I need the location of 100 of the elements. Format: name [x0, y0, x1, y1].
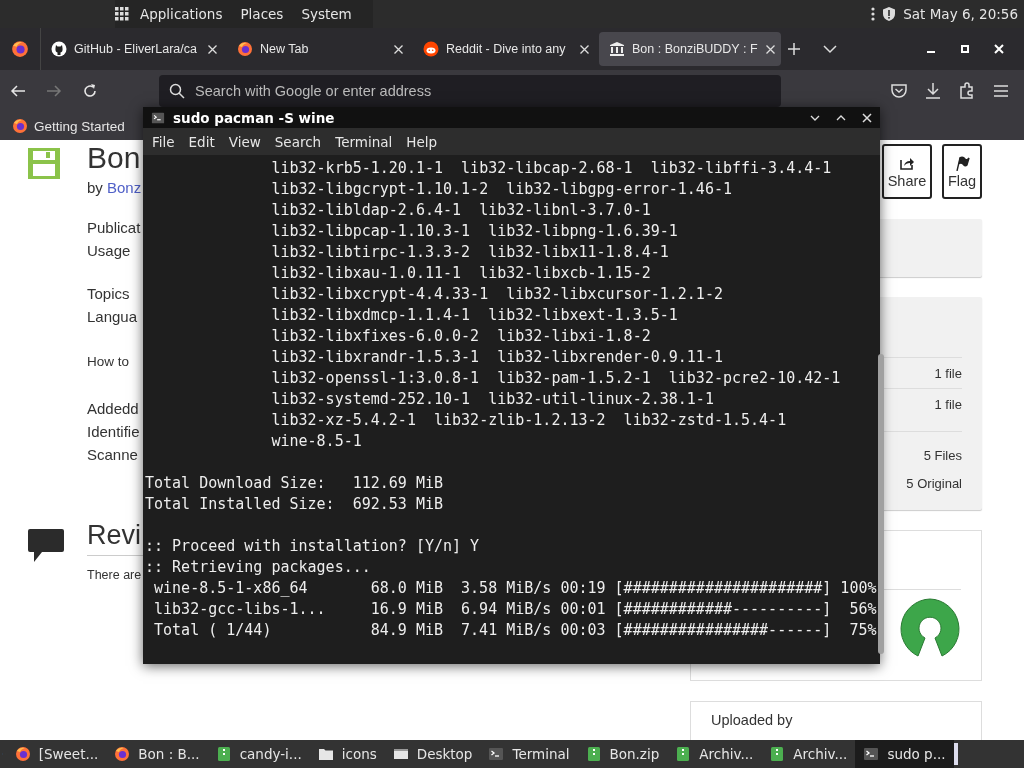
bookmark[interactable]: Getting Started: [34, 118, 125, 134]
maximize-icon[interactable]: [960, 44, 970, 54]
reddit-icon: [423, 41, 439, 57]
archive-icon: [675, 746, 692, 762]
window-title: sudo pacman -S wine: [173, 109, 335, 126]
taskbar-item[interactable]: sudo p...: [855, 740, 954, 768]
panel-menu[interactable]: Places: [233, 6, 291, 22]
workspace-switcher[interactable]: [953, 743, 958, 765]
archive-icon: [585, 746, 602, 762]
panel-menu[interactable]: Applications: [133, 6, 230, 22]
terminal-icon: [863, 746, 880, 762]
flag-button[interactable]: Flag: [942, 144, 982, 199]
metadata-label: Topics: [87, 284, 130, 304]
close-icon[interactable]: [394, 44, 403, 54]
terminal-line: lib32-krb5-1.20.1-1 lib32-libcap-2.68-1 lib32-libffi-3.4.4-1: [270, 158, 833, 179]
reviews-heading: Revi: [87, 520, 141, 550]
metadata-label: Addedd: [87, 399, 139, 419]
pocket-icon[interactable]: [890, 82, 908, 100]
menu-item[interactable]: File: [145, 133, 182, 150]
menu-item[interactable]: View: [221, 133, 268, 150]
scrollbar-thumb[interactable]: [878, 354, 885, 654]
clock[interactable]: Sat May 6, 20:56: [903, 6, 1018, 22]
close-icon[interactable]: [208, 44, 217, 54]
item-title: Bon: [87, 140, 141, 176]
terminal-line: :: Proceed with installation? [Y/n] Y: [145, 536, 481, 557]
terminal-line: lib32-libxrandr-1.5.3-1 lib32-libxrender-0.9.11-1: [270, 347, 724, 368]
byline: by Bonz: [87, 179, 142, 196]
browser-tab[interactable]: GitHub - EliverLara/ca: [41, 32, 223, 66]
panel-menu[interactable]: System: [294, 6, 359, 22]
github-icon: [51, 41, 67, 57]
more-icon[interactable]: [871, 6, 876, 22]
download-icon[interactable]: [924, 82, 942, 100]
terminal-line: lib32-libpcap-1.10.3-1 lib32-libpng-1.6.39-1: [270, 221, 679, 242]
browser-tab[interactable]: New Tab: [227, 32, 409, 66]
terminal-line: lib32-libxdmcp-1.1.4-1 lib32-libxext-1.3.5-1: [270, 305, 679, 326]
address-bar[interactable]: Search with Google or enter address: [159, 75, 781, 107]
file-total: 5 Files: [923, 448, 962, 463]
archive-icon: [215, 746, 232, 762]
terminal-line: lib32-libtirpc-1.3.3-2 lib32-libx11-1.8.4-1: [270, 242, 670, 263]
taskbar-item[interactable]: candy-i...: [207, 740, 310, 768]
metadata-label: Publicat: [87, 218, 141, 238]
firefox-icon: [12, 118, 28, 134]
menu-icon[interactable]: [992, 82, 1010, 100]
browser-tab[interactable]: Bon : BonziBUDDY : F: [599, 32, 781, 66]
folder-icon: [317, 746, 334, 762]
plus-icon[interactable]: [787, 42, 801, 56]
terminal-line: lib32-libldap-2.6.4-1 lib32-libnl-3.7.0-1: [270, 200, 652, 221]
shield-icon[interactable]: [881, 6, 898, 22]
close-icon[interactable]: [766, 44, 775, 54]
firefox-icon: [14, 746, 31, 762]
menu-item[interactable]: Terminal: [328, 133, 400, 150]
file-total: 5 Original: [906, 476, 962, 491]
terminal-line: :: Retrieving packages...: [145, 557, 372, 578]
taskbar-item[interactable]: Terminal: [480, 740, 578, 768]
terminal-line: lib32-gcc-libs-1... 16.9 MiB 6.94 MiB/s 00:01 [############----------] 56%: [153, 599, 877, 620]
taskbar-item[interactable]: [Sweet...: [6, 740, 107, 768]
terminal-line: lib32-libxau-1.0.11-1 lib32-libxcb-1.15-2: [270, 263, 652, 284]
terminal-line: lib32-libxcrypt-4.4.33-1 lib32-libxcursor-1.2.1-2: [270, 284, 724, 305]
close-icon[interactable]: [580, 44, 589, 54]
taskbar-item[interactable]: Archiv...: [667, 740, 762, 768]
file-count: 1 file: [934, 396, 962, 412]
terminal-icon: [151, 110, 165, 125]
close-icon[interactable]: [862, 112, 872, 123]
taskbar-item[interactable]: Desktop: [384, 740, 481, 768]
firefox-icon: [11, 40, 29, 58]
file-count: 1 file: [934, 365, 962, 381]
metadata-label: Identifie: [87, 422, 140, 442]
help-text: How to: [87, 353, 130, 371]
keyhole-logo-icon: [899, 597, 961, 660]
archive-icon: [769, 746, 786, 762]
menu-item[interactable]: Edit: [181, 133, 222, 150]
firefox-icon: [237, 41, 253, 57]
terminal-line: Total Installed Size: 692.53 MiB: [145, 494, 444, 515]
taskbar-item[interactable]: Bon.zip: [577, 740, 668, 768]
museum-icon: [609, 41, 625, 57]
uploader-heading: Uploaded by: [711, 711, 793, 728]
browser-tab[interactable]: Reddit - Dive into any: [413, 32, 595, 66]
taskbar-item[interactable]: icons: [309, 740, 385, 768]
chevron-down-icon[interactable]: [823, 44, 837, 54]
menu-item[interactable]: Help: [399, 133, 445, 150]
puzzle-icon[interactable]: [958, 82, 976, 100]
terminal-line: Total Download Size: 112.69 MiB: [145, 473, 444, 494]
terminal-line: Total ( 1/44) 84.9 MiB 7.41 MiB/s 00:03 [################------] 75%: [153, 620, 877, 641]
terminal-line: lib32-openssl-1:3.0.8-1 lib32-pam-1.5.2-1 lib32-pcre2-10.42-1: [270, 368, 842, 389]
terminal-line: lib32-libgcrypt-1.10.1-2 lib32-libgpg-error-1.46-1: [270, 179, 733, 200]
flag-icon: [954, 154, 970, 171]
taskbar-item[interactable]: Bon : B...: [106, 740, 208, 768]
menu-item[interactable]: Search: [267, 133, 329, 150]
app-grid-icon[interactable]: [115, 7, 129, 21]
author-link[interactable]: Bonz: [107, 179, 142, 196]
reviews-text: There are: [87, 568, 142, 582]
terminal-line: wine-8.5-1-x86_64 68.0 MiB 3.58 MiB/s 00:19 [######################] 100%: [153, 578, 877, 599]
terminal-line: lib32-xz-5.4.2-1 lib32-zlib-1.2.13-2 lib32-zstd-1.5.4-1: [270, 410, 788, 431]
share-button[interactable]: Share: [882, 144, 932, 199]
terminal-line: lib32-systemd-252.10-1 lib32-util-linux-2.38.1-1: [270, 389, 715, 410]
comment-icon: [28, 529, 64, 563]
firefox-icon: [114, 746, 131, 762]
metadata-label: Scanne: [87, 445, 138, 465]
terminal-line: wine-8.5-1: [270, 431, 363, 452]
taskbar-item[interactable]: Archiv...: [761, 740, 856, 768]
